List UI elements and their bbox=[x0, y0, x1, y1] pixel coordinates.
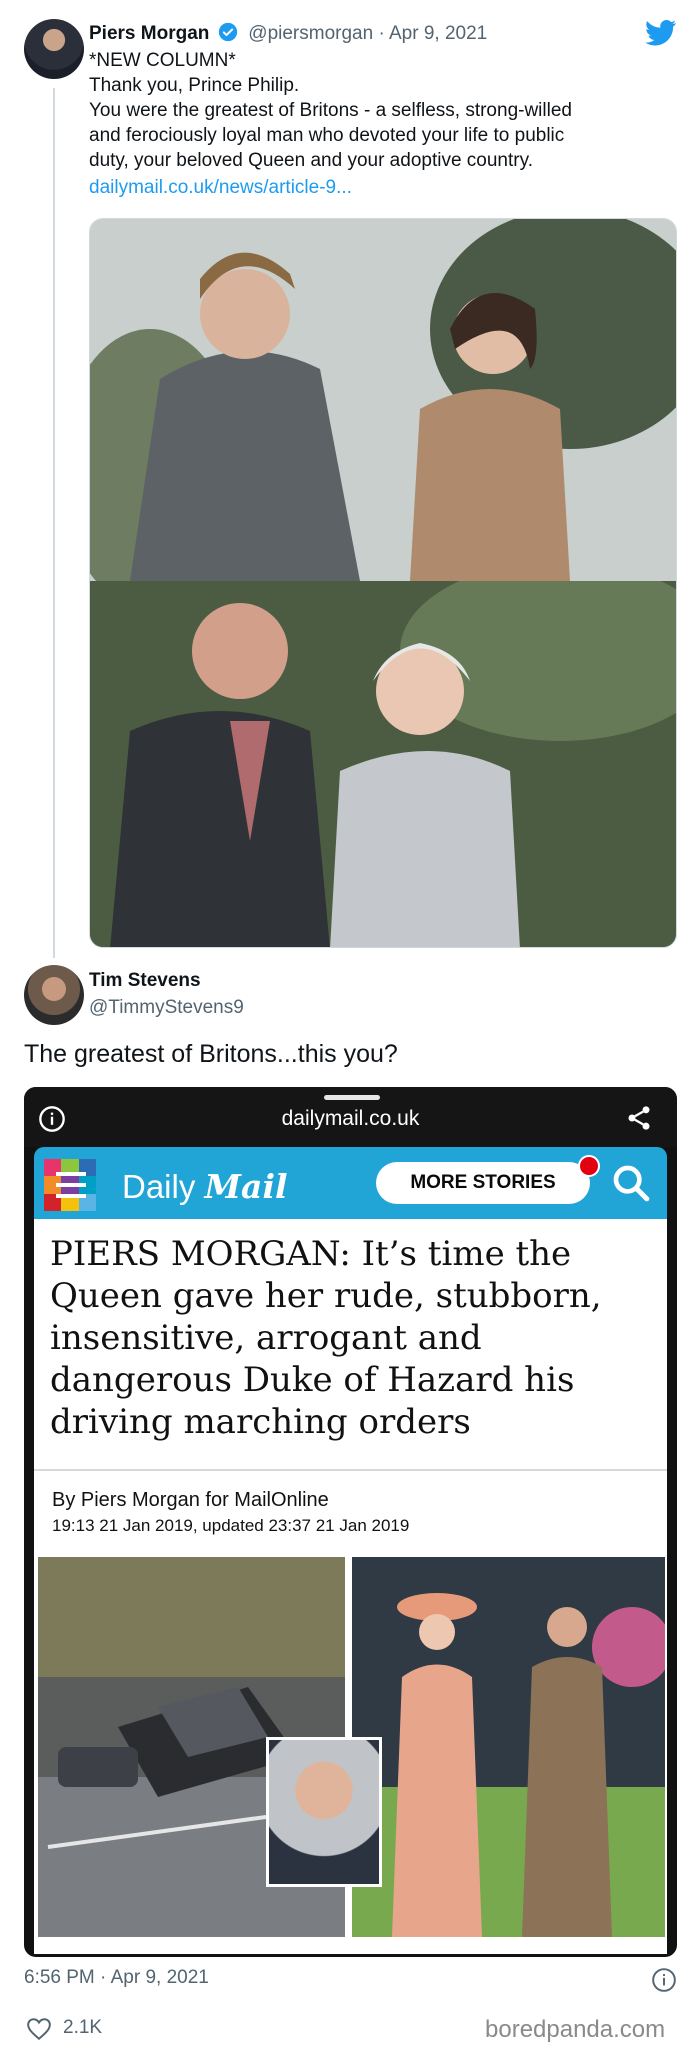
notification-dot bbox=[578, 1155, 600, 1177]
dailymail-logo[interactable]: Daily Mail bbox=[122, 1167, 288, 1206]
article-headline[interactable]: PIERS MORGAN: It’s time the Queen gave h… bbox=[50, 1233, 650, 1443]
reply-author-handle[interactable]: @TimmyStevens9 bbox=[89, 997, 244, 1019]
article-dateline: 19:13 21 Jan 2019, updated 23:37 21 Jan … bbox=[52, 1516, 410, 1535]
reply-author-name[interactable]: Tim Stevens bbox=[89, 970, 201, 992]
queen-philip-photo-art bbox=[352, 1557, 672, 1937]
photo-older-couple-art bbox=[90, 561, 676, 947]
dailymail-header: Daily Mail MORE STORIES bbox=[34, 1147, 667, 1219]
search-icon[interactable] bbox=[611, 1163, 651, 1203]
piers-morgan-avatar[interactable] bbox=[24, 19, 84, 79]
article-byline: By Piers Morgan for MailOnline bbox=[52, 1489, 329, 1511]
piers-morgan-inset-photo[interactable] bbox=[266, 1737, 382, 1887]
divider bbox=[34, 1469, 667, 1471]
logo-mail: Mail bbox=[204, 1167, 288, 1206]
logo-daily: Daily bbox=[122, 1168, 196, 1205]
photo-older-couple bbox=[90, 561, 676, 947]
twitter-bird-icon[interactable] bbox=[645, 20, 677, 46]
verified-badge-icon bbox=[218, 22, 237, 42]
tim-stevens-avatar[interactable] bbox=[24, 965, 84, 1025]
tweet-photo[interactable] bbox=[89, 218, 677, 948]
boredpanda-watermark: boredpanda.com bbox=[485, 2016, 666, 2043]
tweet-timestamp[interactable]: 6:56 PM · Apr 9, 2021 bbox=[24, 1967, 209, 1989]
browser-url[interactable]: dailymail.co.uk bbox=[24, 1107, 677, 1131]
reply-text: The greatest of Britons...this you? bbox=[24, 1040, 398, 1068]
author-handle[interactable]: @piersmorgan · Apr 9, 2021 bbox=[248, 23, 487, 44]
share-icon[interactable] bbox=[625, 1104, 653, 1132]
embedded-screenshot[interactable]: dailymail.co.uk Daily Mail MORE STORIES … bbox=[24, 1087, 677, 1957]
photo-young-couple bbox=[90, 219, 676, 609]
tweet-header: Piers Morgan @piersmorgan · Apr 9, 2021 bbox=[89, 22, 487, 45]
thread-line bbox=[53, 88, 55, 958]
info-circle-icon[interactable] bbox=[651, 1967, 677, 1993]
more-stories-button[interactable]: MORE STORIES bbox=[376, 1162, 590, 1204]
heart-icon[interactable] bbox=[26, 2017, 52, 2041]
browser-bar: dailymail.co.uk bbox=[24, 1087, 677, 1147]
menu-icon[interactable] bbox=[44, 1159, 96, 1211]
tweet-body: *NEW COLUMN* Thank you, Prince Philip. Y… bbox=[89, 50, 572, 171]
article-link[interactable]: dailymail.co.uk/news/article-9... bbox=[89, 177, 352, 199]
queen-philip-photo[interactable] bbox=[352, 1557, 672, 1937]
article-page: PIERS MORGAN: It’s time the Queen gave h… bbox=[34, 1219, 672, 1954]
like-count[interactable]: 2.1K bbox=[63, 2017, 102, 2039]
photo-young-couple-art bbox=[90, 219, 676, 609]
author-name[interactable]: Piers Morgan bbox=[89, 23, 209, 44]
drag-handle bbox=[324, 1095, 380, 1100]
